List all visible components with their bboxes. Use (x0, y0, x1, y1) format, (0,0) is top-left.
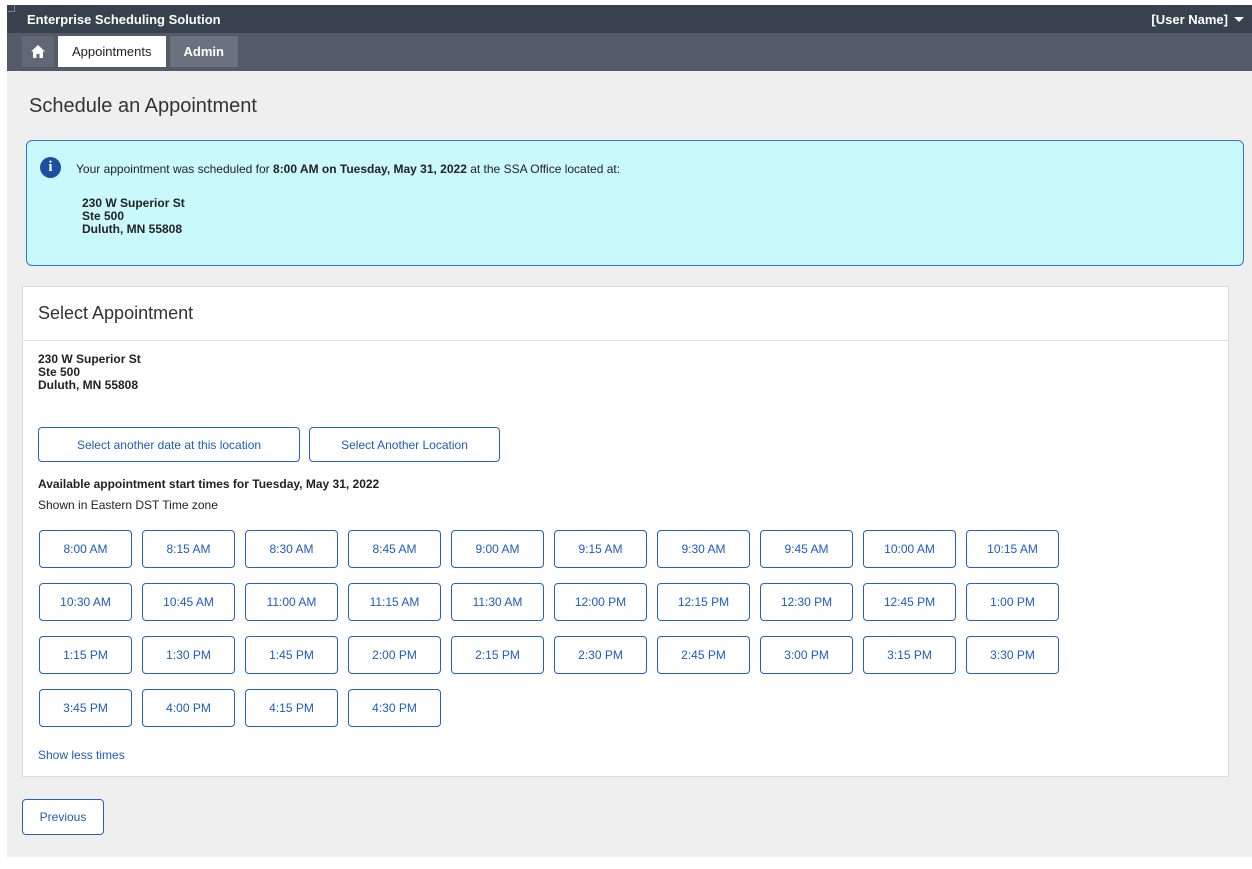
time-slot-button[interactable]: 8:15 AM (142, 530, 235, 568)
time-slot-button[interactable]: 3:45 PM (39, 689, 132, 727)
tab-appointments[interactable]: Appointments (58, 36, 166, 67)
select-appointment-panel: Select Appointment 230 W Superior St Ste… (22, 286, 1229, 777)
time-slot-button[interactable]: 8:00 AM (39, 530, 132, 568)
select-another-date-button[interactable]: Select another date at this location (38, 427, 300, 462)
time-slot-button[interactable]: 10:45 AM (142, 583, 235, 621)
location-address: 230 W Superior St Ste 500 Duluth, MN 558… (38, 353, 141, 392)
time-slot-button[interactable]: 10:15 AM (966, 530, 1059, 568)
time-slot-button[interactable]: 1:00 PM (966, 583, 1059, 621)
time-slot-button[interactable]: 8:45 AM (348, 530, 441, 568)
timezone-note: Shown in Eastern DST Time zone (38, 498, 218, 512)
time-slot-button[interactable]: 1:30 PM (142, 636, 235, 674)
page-title: Schedule an Appointment (29, 95, 257, 117)
time-slot-button[interactable]: 9:45 AM (760, 530, 853, 568)
top-bar: Enterprise Scheduling Solution [User Nam… (7, 5, 1252, 33)
time-slot-button[interactable]: 11:15 AM (348, 583, 441, 621)
time-slot-button[interactable]: 12:15 PM (657, 583, 750, 621)
time-slot-button[interactable]: 2:45 PM (657, 636, 750, 674)
home-tab[interactable] (22, 36, 54, 67)
select-another-location-button[interactable]: Select Another Location (309, 427, 500, 462)
time-slot-button[interactable]: 2:00 PM (348, 636, 441, 674)
home-icon (31, 45, 45, 58)
time-slot-button[interactable]: 3:15 PM (863, 636, 956, 674)
time-slot-button[interactable]: 4:00 PM (142, 689, 235, 727)
time-slot-button[interactable]: 2:15 PM (451, 636, 544, 674)
available-times-heading: Available appointment start times for Tu… (38, 477, 380, 491)
time-slot-button[interactable]: 2:30 PM (554, 636, 647, 674)
address-line: Duluth, MN 55808 (82, 222, 183, 236)
main-nav: Appointments Admin (7, 33, 1252, 71)
time-slot-button[interactable]: 1:45 PM (245, 636, 338, 674)
confirmation-alert: i Your appointment was scheduled for 8:0… (26, 140, 1244, 266)
time-slot-button[interactable]: 8:30 AM (245, 530, 338, 568)
info-icon: i (40, 157, 61, 178)
tab-admin[interactable]: Admin (169, 36, 238, 67)
app-window: Enterprise Scheduling Solution [User Nam… (7, 5, 1252, 857)
time-slot-button[interactable]: 10:00 AM (863, 530, 956, 568)
previous-button[interactable]: Previous (22, 799, 104, 835)
show-less-times-link[interactable]: Show less times (38, 748, 125, 762)
time-slot-button[interactable]: 4:15 PM (245, 689, 338, 727)
time-slot-button[interactable]: 9:15 AM (554, 530, 647, 568)
time-slot-button[interactable]: 10:30 AM (39, 583, 132, 621)
address-line: Duluth, MN 55808 (38, 378, 139, 392)
time-slot-button[interactable]: 4:30 PM (348, 689, 441, 727)
time-slot-button[interactable]: 12:45 PM (863, 583, 956, 621)
app-title: Enterprise Scheduling Solution (27, 11, 221, 27)
time-slot-button[interactable]: 12:00 PM (554, 583, 647, 621)
confirmation-datetime: 8:00 AM on Tuesday, May 31, 2022 (273, 162, 467, 176)
time-slot-button[interactable]: 1:15 PM (39, 636, 132, 674)
time-slot-button[interactable]: 3:30 PM (966, 636, 1059, 674)
user-name-label: [User Name] (1151, 11, 1228, 27)
confirmation-prefix: Your appointment was scheduled for (76, 162, 274, 176)
time-slot-button[interactable]: 11:00 AM (245, 583, 338, 621)
office-address: 230 W Superior St Ste 500 Duluth, MN 558… (82, 197, 185, 236)
confirmation-suffix: at the SSA Office located at: (466, 162, 621, 176)
time-slot-button[interactable]: 9:30 AM (657, 530, 750, 568)
caret-down-icon (1234, 16, 1244, 22)
time-slot-button[interactable]: 9:00 AM (451, 530, 544, 568)
confirmation-message: Your appointment was scheduled for 8:00 … (76, 162, 620, 176)
time-slot-grid: 8:00 AM 8:15 AM 8:30 AM 8:45 AM 9:00 AM 9:15 … (39, 530, 1089, 727)
panel-title: Select Appointment (23, 287, 1228, 341)
time-slot-button[interactable]: 3:00 PM (760, 636, 853, 674)
time-slot-button[interactable]: 12:30 PM (760, 583, 853, 621)
time-slot-button[interactable]: 11:30 AM (451, 583, 544, 621)
window-corner (8, 5, 15, 12)
user-menu[interactable]: [User Name] (1151, 12, 1244, 27)
